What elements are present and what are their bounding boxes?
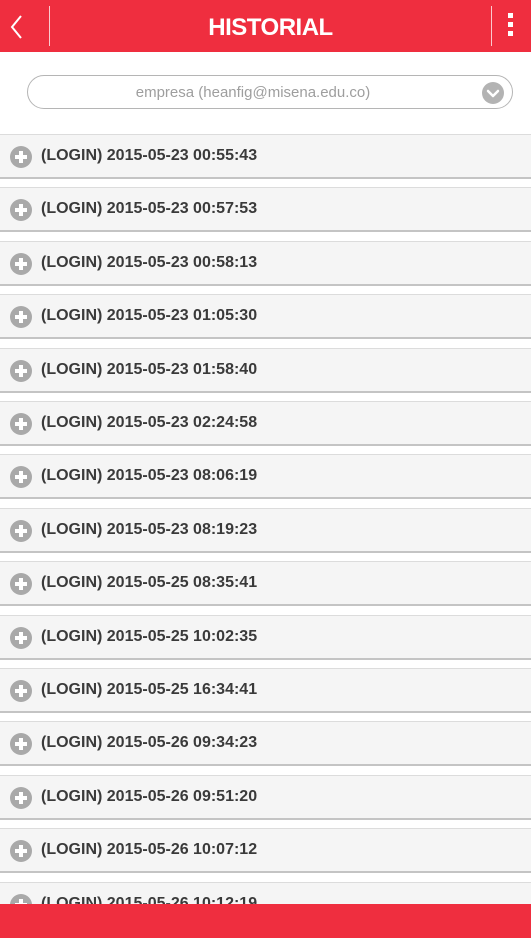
history-list-item[interactable]: (LOGIN) 2015-05-26 09:51:20 [0,775,531,820]
history-list-item[interactable]: (LOGIN) 2015-05-23 01:05:30 [0,294,531,339]
chevron-down-circle-icon [482,82,504,104]
page-title: HISTORIAL [208,14,333,41]
plus-circle-icon[interactable] [10,253,32,275]
history-item-label: (LOGIN) 2015-05-23 00:55:43 [41,147,258,164]
history-list-item[interactable]: (LOGIN) 2015-05-25 08:35:41 [0,561,531,606]
account-select-value: empresa (heanfig@misena.edu.co) [135,84,371,101]
history-item-label: (LOGIN) 2015-05-23 01:05:30 [41,307,258,324]
history-list-item[interactable]: (LOGIN) 2015-05-23 02:24:58 [0,401,531,446]
plus-circle-icon[interactable] [10,520,32,542]
history-list-item[interactable]: (LOGIN) 2015-05-23 08:06:19 [0,454,531,499]
history-item-label: (LOGIN) 2015-05-26 09:51:20 [41,788,258,805]
history-list-item[interactable]: (LOGIN) 2015-05-23 00:58:13 [0,241,531,286]
history-item-label: (LOGIN) 2015-05-23 08:06:19 [41,467,258,484]
history-list-item[interactable]: (LOGIN) 2015-05-26 09:34:23 [0,721,531,766]
plus-circle-icon[interactable] [10,146,32,168]
history-list-item[interactable]: (LOGIN) 2015-05-23 00:57:53 [0,187,531,232]
plus-circle-icon[interactable] [10,894,32,904]
plus-circle-icon[interactable] [10,573,32,595]
back-button[interactable] [0,0,49,52]
history-item-label: (LOGIN) 2015-05-26 10:12:19 [41,895,258,904]
history-item-label: (LOGIN) 2015-05-23 00:58:13 [41,254,258,271]
history-list[interactable]: (LOGIN) 2015-05-23 00:55:43 (LOGIN) 2015-… [0,134,531,904]
bottom-bar [0,904,531,938]
plus-circle-icon[interactable] [10,306,32,328]
history-list-item[interactable]: (LOGIN) 2015-05-26 10:07:12 [0,828,531,873]
history-item-label: (LOGIN) 2015-05-23 02:24:58 [41,414,258,431]
history-item-label: (LOGIN) 2015-05-25 16:34:41 [41,681,258,698]
plus-circle-icon[interactable] [10,627,32,649]
history-item-label: (LOGIN) 2015-05-26 10:07:12 [41,841,258,858]
history-item-label: (LOGIN) 2015-05-25 08:35:41 [41,574,258,591]
plus-circle-icon[interactable] [10,787,32,809]
overflow-menu-button[interactable] [492,0,531,52]
more-vertical-icon [508,13,513,36]
plus-circle-icon[interactable] [10,360,32,382]
plus-circle-icon[interactable] [10,466,32,488]
plus-circle-icon[interactable] [10,413,32,435]
chevron-left-icon [10,15,22,39]
history-item-label: (LOGIN) 2015-05-26 09:34:23 [41,734,258,751]
plus-circle-icon[interactable] [10,199,32,221]
history-item-label: (LOGIN) 2015-05-23 08:19:23 [41,521,258,538]
top-app-bar: HISTORIAL [0,0,531,52]
history-list-item[interactable]: (LOGIN) 2015-05-23 08:19:23 [0,508,531,553]
history-item-label: (LOGIN) 2015-05-23 01:58:40 [41,361,258,378]
plus-circle-icon[interactable] [10,680,32,702]
history-list-item[interactable]: (LOGIN) 2015-05-25 10:02:35 [0,615,531,660]
plus-circle-icon[interactable] [10,840,32,862]
history-list-item[interactable]: (LOGIN) 2015-05-25 16:34:41 [0,668,531,713]
history-item-label: (LOGIN) 2015-05-23 00:57:53 [41,200,258,217]
account-select[interactable]: empresa (heanfig@misena.edu.co) [27,75,513,109]
history-item-label: (LOGIN) 2015-05-25 10:02:35 [41,628,258,645]
history-list-item[interactable]: (LOGIN) 2015-05-23 00:55:43 [0,134,531,179]
history-list-item[interactable]: (LOGIN) 2015-05-23 01:58:40 [0,348,531,393]
plus-circle-icon[interactable] [10,733,32,755]
history-list-item[interactable]: (LOGIN) 2015-05-26 10:12:19 [0,882,531,904]
